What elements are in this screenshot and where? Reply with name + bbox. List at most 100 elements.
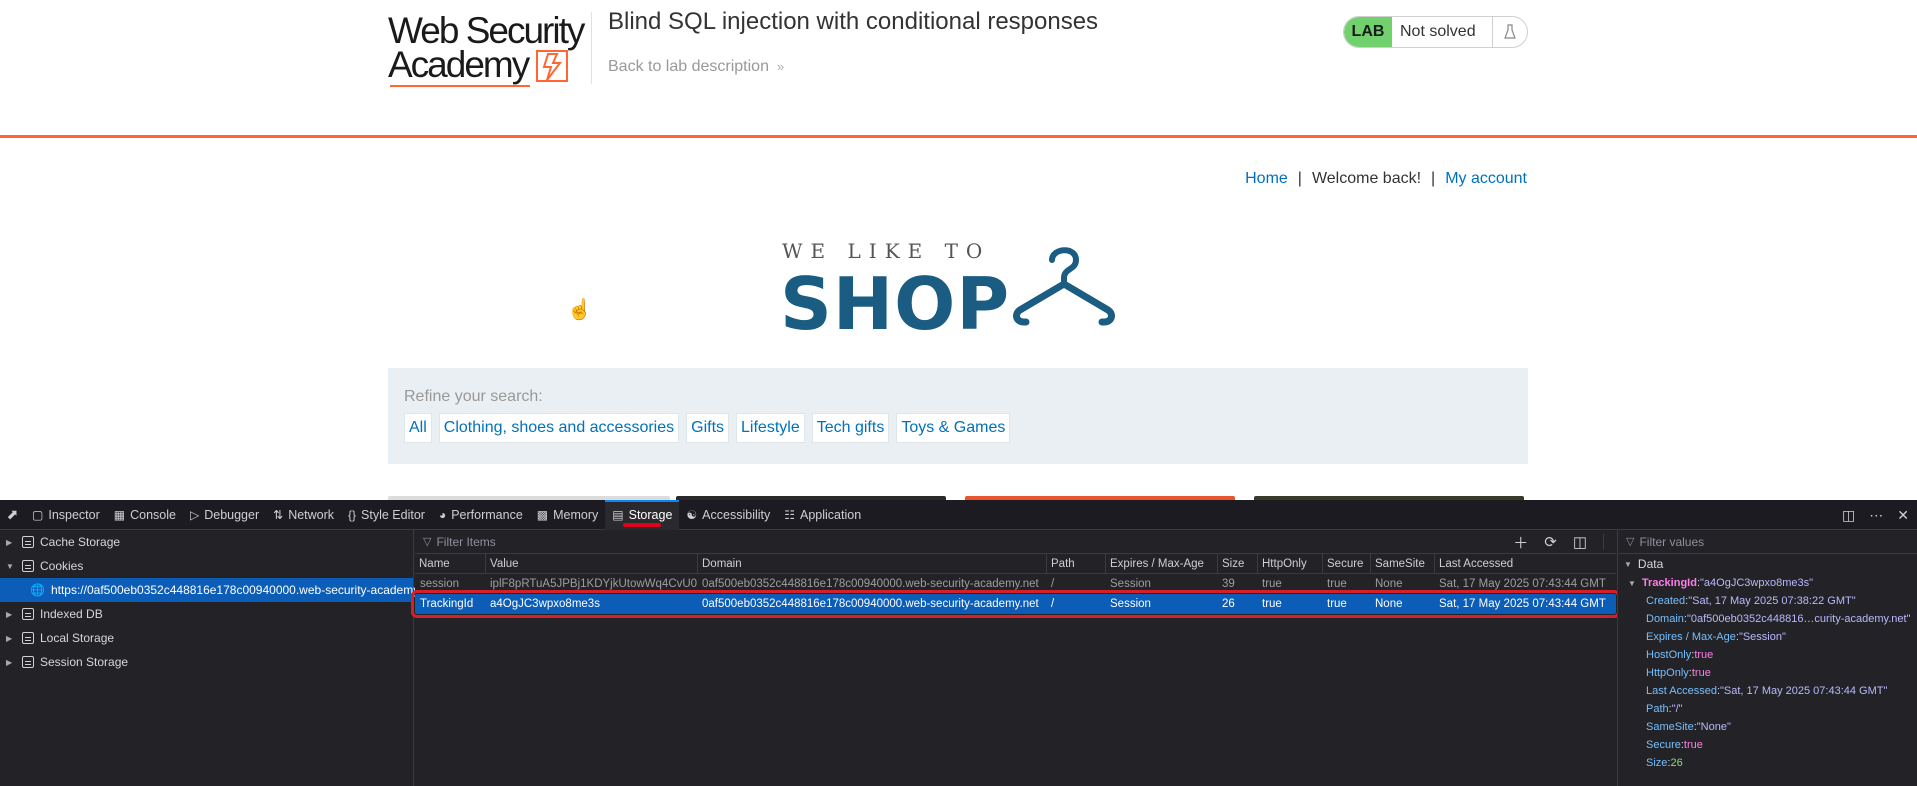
tab-label: Style Editor — [361, 507, 425, 522]
tree-cache-storage[interactable]: ▶ Cache Storage — [0, 530, 413, 554]
storage-tree: ▶ Cache Storage ▼ Cookies 🌐 https://0af500e… — [0, 530, 438, 786]
column-header-domain[interactable]: Domain — [697, 554, 1046, 573]
tree-indexed-db[interactable]: ▶ Indexed DB — [0, 602, 413, 626]
column-header-size[interactable]: Size — [1217, 554, 1257, 573]
column-header-value[interactable]: Value — [485, 554, 697, 573]
filter-values-input[interactable]: ▽ Filter values — [1618, 530, 1917, 554]
close-devtools-icon[interactable]: ✕ — [1897, 507, 1909, 524]
cell-domain: 0af500eb0352c448816e178c00940000.web-sec… — [702, 578, 1039, 590]
tab-application[interactable]: ☷ Application — [777, 500, 868, 530]
tab-storage[interactable]: ▤ Storage — [605, 499, 680, 530]
hand-cursor-icon: ☝ — [567, 299, 592, 321]
tree-session-storage[interactable]: ▶ Session Storage — [0, 650, 413, 674]
column-header-name[interactable]: Name — [415, 554, 485, 573]
collapse-arrow-icon[interactable]: ▼ — [1624, 560, 1632, 569]
filter-lifestyle[interactable]: Lifestyle — [736, 413, 805, 443]
detail-property-key: SameSite — [1646, 721, 1694, 733]
detail-property-value: true — [1691, 667, 1711, 679]
tab-memory[interactable]: ▩ Memory — [530, 500, 606, 530]
flask-icon[interactable] — [1492, 17, 1527, 47]
tree-local-storage[interactable]: ▶ Local Storage — [0, 626, 413, 650]
cell-httponly: true — [1262, 598, 1282, 610]
tab-network[interactable]: ⇅ Network — [266, 500, 341, 530]
detail-property-row[interactable]: Expires / Max-Age: "Session" — [1618, 628, 1917, 646]
column-header-secure[interactable]: Secure — [1322, 554, 1370, 573]
filter-toys-games[interactable]: Toys & Games — [896, 413, 1011, 443]
dock-side-icon[interactable]: ◫ — [1842, 507, 1855, 524]
expand-arrow-icon[interactable]: ▶ — [6, 610, 16, 619]
tree-label: Session Storage — [40, 655, 129, 669]
lab-badge: LAB — [1344, 17, 1392, 47]
column-header-last-accessed[interactable]: Last Accessed — [1434, 554, 1614, 573]
my-account-link[interactable]: My account — [1445, 170, 1527, 187]
tab-inspector[interactable]: ▢ Inspector — [25, 500, 107, 530]
devtools-toolbar: ⬈ ▢ Inspector ▦ Console ▷ Debugger ⇅ Network… — [0, 499, 1917, 530]
expand-arrow-icon[interactable]: ▶ — [6, 634, 16, 643]
cell-last-accessed: Sat, 17 May 2025 07:43:44 GMT — [1439, 578, 1606, 590]
cell-domain: 0af500eb0352c448816e178c00940000.web-sec… — [702, 598, 1039, 610]
cookie-table-pane: ▽ Filter Items ＋ ⟳ ◫ Name Value Domain Pa… — [411, 530, 1620, 786]
filter-tech-gifts[interactable]: Tech gifts — [811, 413, 890, 443]
detail-root-row[interactable]: ▼ TrackingId: "a4OgJC3wpxo8me3s" — [1618, 574, 1917, 592]
tree-cookie-host[interactable]: 🌐 https://0af500eb0352c448816e178c0094000… — [0, 578, 438, 602]
back-link-label: Back to lab description — [608, 58, 769, 75]
detail-property-row[interactable]: Secure: true — [1618, 736, 1917, 754]
filter-items-input[interactable]: ▽ Filter Items ＋ ⟳ ◫ — [415, 530, 1616, 554]
expand-arrow-icon[interactable]: ▶ — [6, 658, 16, 667]
web-security-academy-logo[interactable]: Web Security Academy — [388, 10, 588, 87]
double-chevron-right-icon: » — [776, 59, 785, 74]
filter-gifts[interactable]: Gifts — [686, 413, 730, 443]
add-item-icon[interactable]: ＋ — [1513, 532, 1528, 553]
detail-property-row[interactable]: Last Accessed: "Sat, 17 May 2025 07:43:44… — [1618, 682, 1917, 700]
tab-console[interactable]: ▦ Console — [107, 500, 183, 530]
logo-line-1: Web Security — [388, 10, 585, 51]
cell-size: 39 — [1222, 578, 1235, 590]
detail-property-key: Created — [1646, 595, 1686, 607]
column-header-httponly[interactable]: HttpOnly — [1257, 554, 1322, 573]
back-to-lab-description-link[interactable]: Back to lab description » — [608, 58, 784, 76]
filter-all[interactable]: All — [404, 413, 432, 443]
detail-root-key: TrackingId — [1641, 577, 1697, 589]
detail-property-row[interactable]: SameSite: "None" — [1618, 718, 1917, 736]
expand-arrow-icon[interactable]: ▶ — [6, 538, 16, 547]
application-icon: ☷ — [784, 507, 796, 522]
detail-property-value: "Sat, 17 May 2025 07:43:44 GMT" — [1720, 685, 1888, 697]
detail-property-row[interactable]: Path: "/" — [1618, 700, 1917, 718]
home-link[interactable]: Home — [1245, 170, 1288, 187]
lab-status-widget[interactable]: LAB Not solved — [1343, 16, 1528, 48]
detail-property-row[interactable]: Size:26 — [1618, 754, 1917, 772]
column-header-path[interactable]: Path — [1046, 554, 1105, 573]
tab-debugger[interactable]: ▷ Debugger — [183, 500, 266, 530]
collapse-arrow-icon[interactable]: ▼ — [1628, 579, 1636, 588]
banner-tagline: WE LIKE TO — [782, 239, 991, 263]
cell-expires: Session — [1110, 598, 1151, 610]
column-header-samesite[interactable]: SameSite — [1370, 554, 1434, 573]
detail-property-row[interactable]: HostOnly: true — [1618, 646, 1917, 664]
column-header-expires[interactable]: Expires / Max-Age — [1105, 554, 1217, 573]
toggle-sidebar-icon[interactable]: ◫ — [1573, 533, 1587, 551]
detail-property-row[interactable]: HttpOnly: true — [1618, 664, 1917, 682]
logo-underline — [390, 85, 530, 87]
collapse-arrow-icon[interactable]: ▼ — [6, 562, 16, 571]
tab-style-editor[interactable]: {} Style Editor — [341, 500, 432, 530]
filter-clothing[interactable]: Clothing, shoes and accessories — [438, 413, 680, 443]
element-picker-icon[interactable]: ⬈ — [0, 500, 25, 530]
more-options-icon[interactable]: ⋯ — [1869, 507, 1883, 524]
web-page: Web Security Academy Blind SQL injection… — [0, 0, 1917, 500]
refine-label: Refine your search: — [404, 388, 543, 405]
tree-cookies[interactable]: ▼ Cookies — [0, 554, 413, 578]
table-row-selected[interactable]: TrackingId a4OgJC3wpxo8me3s 0af500eb0352… — [411, 590, 1620, 618]
detail-property-row[interactable]: Domain: "0af500eb0352c448816…curity-acade… — [1618, 610, 1917, 628]
table-row[interactable]: session iplF8pRTuA5JPBj1KDYjkUtowWq4CvU0… — [415, 574, 1616, 594]
storage-type-icon — [22, 560, 34, 572]
detail-property-key: Path — [1646, 703, 1669, 715]
data-section-header[interactable]: ▼ Data — [1618, 554, 1917, 574]
welcome-text: Welcome back! — [1311, 170, 1422, 187]
detail-property-value: 26 — [1670, 757, 1683, 769]
lab-title: Blind SQL injection with conditional res… — [608, 8, 1099, 35]
nav-separator: | — [1431, 170, 1436, 187]
tab-performance[interactable]: ◕ Performance — [432, 500, 530, 530]
refresh-icon[interactable]: ⟳ — [1544, 533, 1557, 551]
detail-property-row[interactable]: Created: "Sat, 17 May 2025 07:38:22 GMT" — [1618, 592, 1917, 610]
tab-accessibility[interactable]: ☯ Accessibility — [679, 500, 777, 530]
